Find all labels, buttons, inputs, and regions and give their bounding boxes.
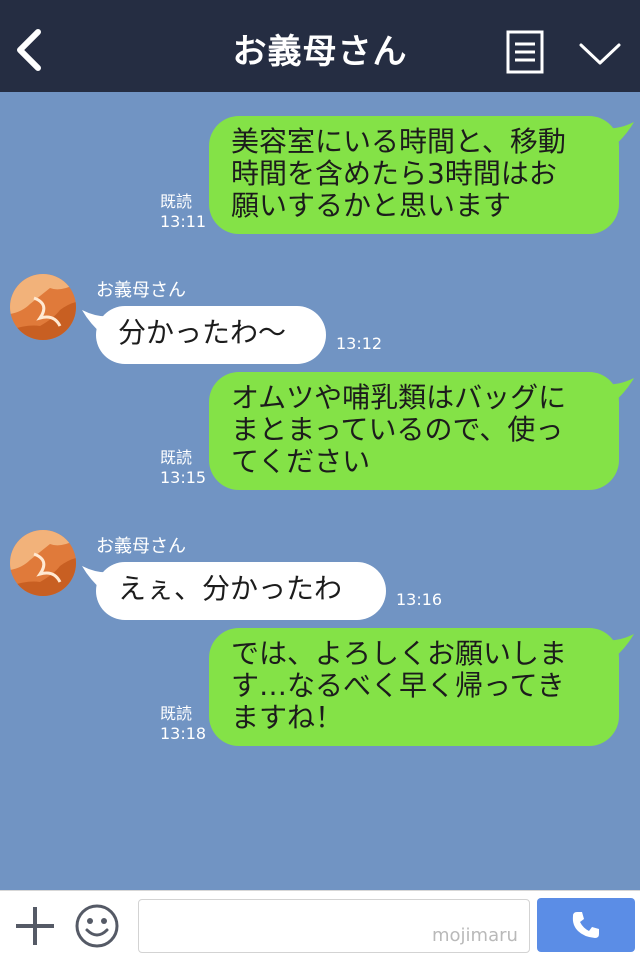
message-line: まとまっているので、使っ — [231, 413, 564, 446]
avatar[interactable] — [10, 274, 76, 340]
chat-area[interactable]: 美容室にいる時間と、移動 時間を含めたら3時間はお 願いするかと思います 既読 … — [0, 92, 640, 890]
sender-name: お義母さん — [96, 280, 186, 301]
message-line: では、よろしくお願いしま — [231, 637, 568, 670]
message-bubble-incoming[interactable]: えぇ、分かったわ — [82, 562, 386, 620]
phone-icon — [572, 912, 599, 938]
bubble-tail — [604, 122, 634, 148]
call-button[interactable] — [537, 898, 635, 952]
message-line: オムツや哺乳類はバッグに — [231, 381, 567, 414]
avatar-image — [10, 274, 76, 340]
message-meta: 既読 13:18 — [160, 704, 206, 744]
plus-icon[interactable] — [12, 903, 58, 949]
chat-title: お義母さん — [232, 32, 408, 72]
chat-input-bar: mojimaru — [0, 890, 640, 960]
message-line: 美容室にいる時間と、移動 — [231, 125, 566, 158]
bubble-tail — [604, 378, 634, 404]
message-bubble-outgoing[interactable]: では、よろしくお願いしま す…なるべく早く帰ってき ますね！ — [209, 628, 634, 746]
message-line: す…なるべく早く帰ってき — [231, 669, 565, 702]
message-time: 13:16 — [396, 590, 443, 609]
list-icon[interactable] — [506, 30, 544, 74]
message-line: えぇ、分かったわ — [118, 572, 343, 605]
message-time: 13:18 — [160, 724, 207, 743]
smiley-icon[interactable] — [74, 903, 120, 949]
message-bubble-outgoing[interactable]: オムツや哺乳類はバッグに まとまっているので、使っ てください — [209, 372, 634, 490]
bubble-tail — [82, 566, 112, 592]
message-time: 13:15 — [160, 468, 207, 487]
message-time: 13:11 — [160, 212, 207, 231]
sender-name: お義母さん — [96, 536, 186, 557]
bubble-tail — [604, 634, 634, 660]
read-receipt: 既読 — [160, 448, 193, 467]
read-receipt: 既読 — [160, 704, 193, 723]
read-receipt: 既読 — [160, 192, 193, 211]
avatar[interactable] — [10, 530, 76, 596]
message-line: 願いするかと思います — [231, 189, 512, 222]
message-meta: 既読 13:11 — [160, 192, 206, 232]
message-time: 13:12 — [336, 334, 383, 353]
message-line: 分かったわ〜 — [118, 316, 287, 349]
message-line: てください — [231, 445, 371, 478]
chat-header: お義母さん — [0, 0, 640, 92]
avatar-image — [10, 530, 76, 596]
message-line: 時間を含めたら3時間はお — [231, 157, 557, 190]
bubble-tail — [82, 310, 112, 336]
chevron-down-icon[interactable] — [578, 40, 622, 68]
message-meta: 既読 13:15 — [160, 448, 206, 488]
message-bubble-outgoing[interactable]: 美容室にいる時間と、移動 時間を含めたら3時間はお 願いするかと思います — [209, 116, 634, 234]
watermark: mojimaru — [432, 925, 518, 946]
message-bubble-incoming[interactable]: 分かったわ〜 — [82, 306, 326, 364]
message-line: ますね！ — [231, 701, 344, 734]
